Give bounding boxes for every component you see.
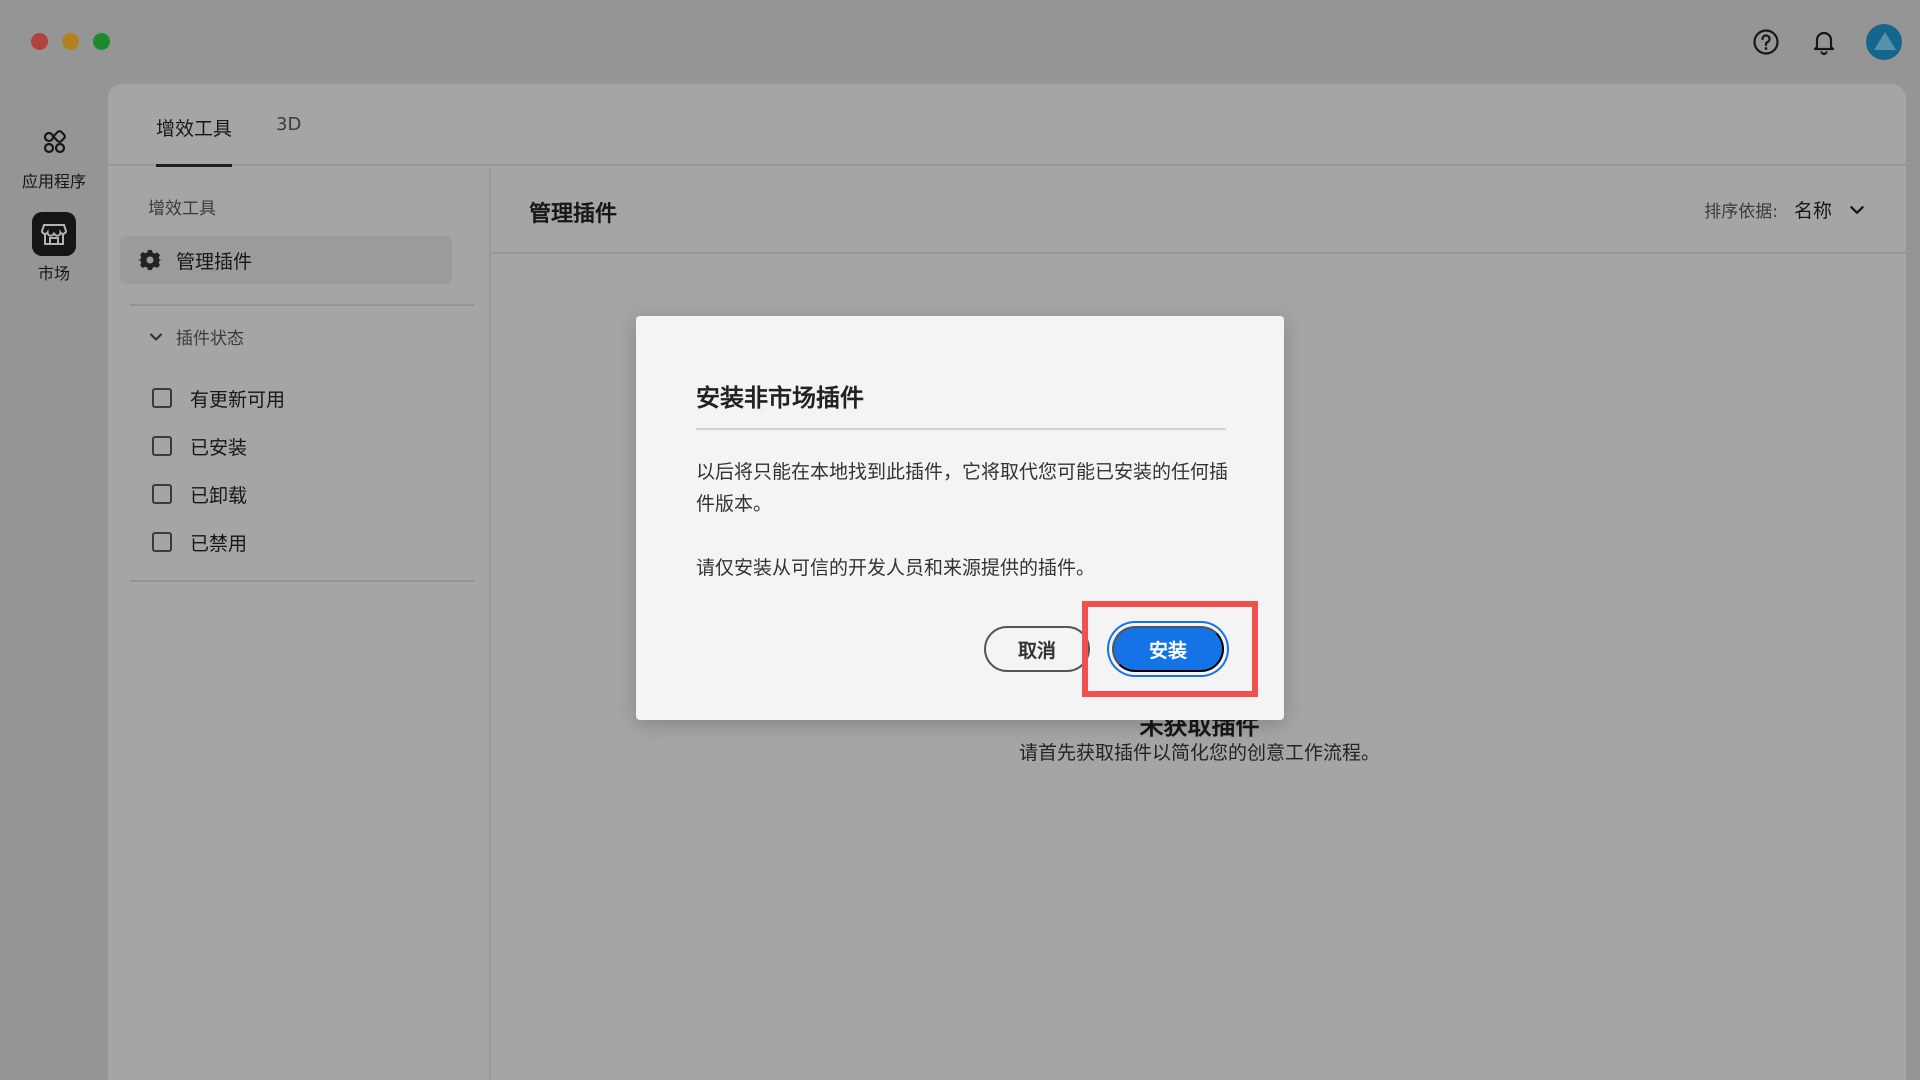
dialog-title: 安装非市场插件 xyxy=(696,384,864,412)
dialog-warning: 请仅安装从可信的开发人员和来源提供的插件。 xyxy=(696,557,1096,579)
install-button[interactable]: 安装 xyxy=(1112,626,1224,672)
cancel-button[interactable]: 取消 xyxy=(984,626,1090,672)
dialog-divider xyxy=(696,428,1226,430)
install-plugin-dialog: 安装非市场插件 以后将只能在本地找到此插件，它将取代您可能已安装的任何插件版本。… xyxy=(636,316,1284,720)
dialog-message: 以后将只能在本地找到此插件，它将取代您可能已安装的任何插件版本。 xyxy=(696,461,1229,515)
